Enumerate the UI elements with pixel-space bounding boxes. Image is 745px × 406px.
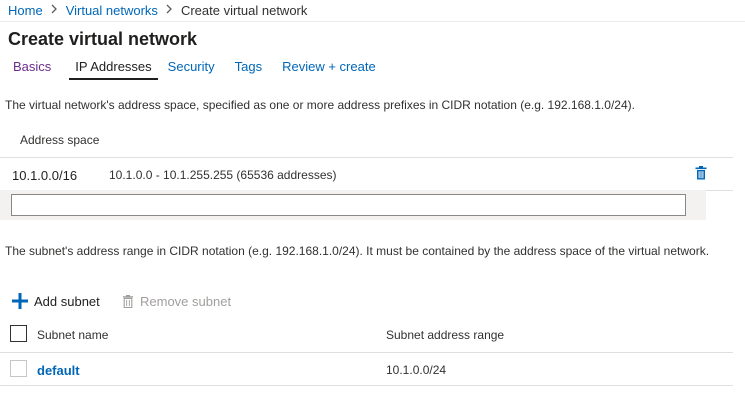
- subnet-address-range: 10.1.0.0/24: [386, 363, 447, 377]
- subnet-range-column-header: Subnet address range: [386, 328, 505, 342]
- add-subnet-label: Add subnet: [34, 293, 100, 309]
- tab-security[interactable]: Security: [162, 58, 221, 80]
- plus-icon: [12, 293, 28, 309]
- address-space-row: 10.1.0.0/16 10.1.0.0 - 10.1.255.255 (655…: [0, 158, 733, 190]
- trash-icon: [123, 294, 133, 308]
- header-divider: [0, 21, 745, 22]
- subnet-row-checkbox[interactable]: [10, 360, 27, 377]
- address-range: 10.1.0.0 - 10.1.255.255 (65536 addresses…: [109, 168, 337, 182]
- subnet-name-column-header: Subnet name: [37, 328, 109, 342]
- new-address-space-input[interactable]: [11, 194, 686, 216]
- address-prefix: 10.1.0.0/16: [12, 168, 78, 183]
- breadcrumb-current: Create virtual network: [180, 2, 308, 18]
- chevron-right-icon: [51, 3, 58, 17]
- remove-subnet-button[interactable]: Remove subnet: [122, 292, 231, 310]
- page-title: Create virtual network: [8, 29, 198, 49]
- tab-review-create[interactable]: Review + create: [276, 58, 382, 80]
- tab-ip-addresses[interactable]: IP Addresses: [69, 58, 158, 80]
- subnet-table-divider: [0, 352, 733, 353]
- subnet-name-link[interactable]: default: [37, 363, 80, 378]
- breadcrumb-virtual-networks-link[interactable]: Virtual networks: [66, 3, 158, 18]
- wizard-tabs: Basics IP Addresses Security Tags Review…: [0, 58, 390, 80]
- breadcrumb: Home Virtual networks Create virtual net…: [8, 2, 307, 18]
- select-all-subnets-checkbox[interactable]: [10, 325, 27, 342]
- tab-basics[interactable]: Basics: [0, 58, 57, 80]
- remove-subnet-label: Remove subnet: [140, 293, 232, 309]
- chevron-right-icon: [166, 3, 173, 17]
- address-space-header: Address space: [20, 133, 100, 147]
- subnet-row-divider: [0, 385, 733, 386]
- breadcrumb-home-link[interactable]: Home: [8, 3, 43, 18]
- delete-address-trash-icon[interactable]: [694, 166, 708, 180]
- add-subnet-button[interactable]: Add subnet: [12, 292, 100, 310]
- address-space-description: The virtual network's address space, spe…: [5, 98, 635, 112]
- subnet-description: The subnet's address range in CIDR notat…: [5, 244, 710, 258]
- tab-tags[interactable]: Tags: [229, 58, 268, 80]
